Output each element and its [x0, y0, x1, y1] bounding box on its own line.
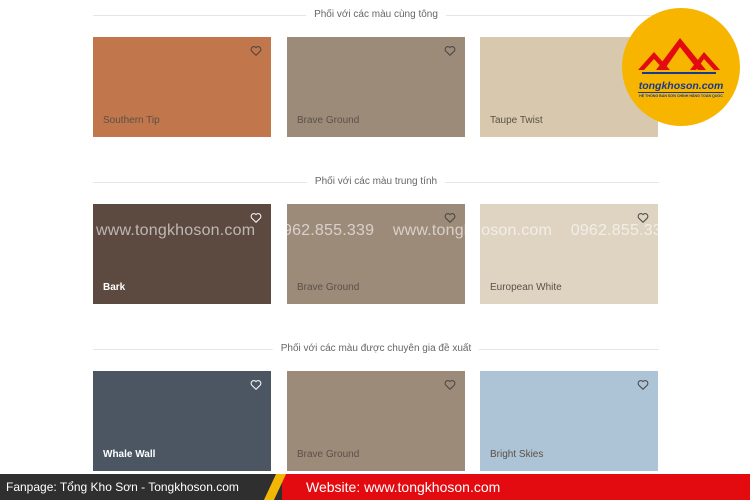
heart-icon[interactable] [250, 45, 262, 56]
heart-icon[interactable] [250, 379, 262, 390]
color-swatch[interactable]: Brave Ground [287, 37, 465, 137]
color-swatch[interactable]: Brave Ground [287, 371, 465, 471]
watermark-text: www.tongkhoson.com [96, 222, 256, 239]
swatch-name: Bright Skies [490, 449, 544, 460]
swatch-name: Brave Ground [297, 282, 360, 293]
divider [638, 92, 724, 93]
swatch-name: European White [490, 282, 562, 293]
website-link[interactable]: Website: www.tongkhoson.com [306, 479, 500, 495]
section-title-text: Phối với các màu cùng tông [306, 8, 446, 22]
roof-logo-icon [638, 38, 720, 74]
color-swatch[interactable]: Bright Skies [480, 371, 658, 471]
color-swatch[interactable]: European White [480, 204, 658, 304]
watermark-text: 0962.855.339 [570, 222, 671, 239]
section-title-text: Phối với các màu được chuyên gia đề xuất [272, 342, 480, 356]
section-title-neutral: Phối với các màu trung tính [93, 175, 659, 189]
brand-name: tongkhoson.com [638, 80, 724, 92]
color-swatch[interactable]: Whale Wall [93, 371, 271, 471]
swatch-name: Whale Wall [103, 449, 156, 460]
heart-icon[interactable] [444, 379, 456, 390]
watermark-text: www.tongkhoson.com [392, 222, 553, 239]
swatch-name: Taupe Twist [490, 115, 543, 126]
section-title-same-tone: Phối với các màu cùng tông [93, 8, 659, 22]
heart-icon[interactable] [637, 379, 649, 390]
brand-logo: tongkhoson.com HỆ THỐNG BÁN SƠN CHÍNH HÃ… [622, 8, 740, 126]
color-swatch[interactable]: Bark [93, 204, 271, 304]
section-title-expert: Phối với các màu được chuyên gia đề xuất [93, 342, 659, 356]
section-title-text: Phối với các màu trung tính [306, 175, 446, 189]
footer-banner: Fanpage: Tổng Kho Sơn - Tongkhoson.com W… [0, 474, 750, 500]
swatch-name: Brave Ground [297, 115, 360, 126]
color-swatch[interactable]: Southern Tip [93, 37, 271, 137]
color-swatch[interactable]: Brave Ground [287, 204, 465, 304]
swatch-name: Brave Ground [297, 449, 360, 460]
watermark-text: 0962.855.339 [273, 222, 375, 239]
heart-icon[interactable] [444, 45, 456, 56]
watermark: www.tongkhoson.com 0962.855.339 www.tong… [96, 222, 750, 244]
fanpage-link[interactable]: Fanpage: Tổng Kho Sơn - Tongkhoson.com [6, 480, 239, 494]
swatch-name: Bark [103, 282, 126, 293]
swatch-name: Southern Tip [103, 115, 160, 126]
brand-slogan: HỆ THỐNG BÁN SƠN CHÍNH HÃNG TOÀN QUỐC [639, 94, 723, 98]
